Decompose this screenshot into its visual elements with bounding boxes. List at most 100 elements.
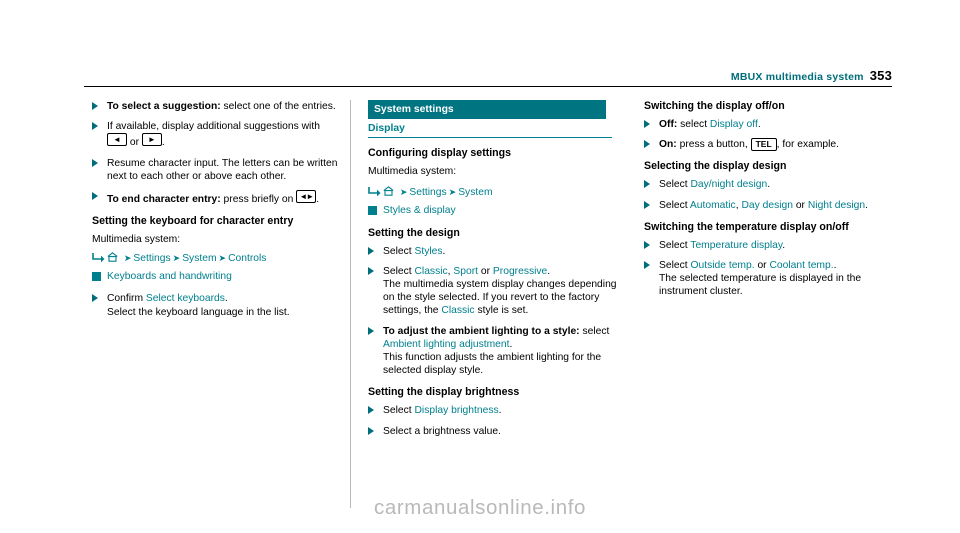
bullet-note: This function adjusts the ambient lighti… <box>383 352 602 377</box>
bullet-item: To adjust the ambient lighting to a styl… <box>368 325 618 378</box>
col1-menu-path-1: ➤ Settings ➤ System ➤ Controls <box>92 251 342 266</box>
bullet-arrow-icon <box>368 266 376 277</box>
col2-path2-label: Styles & display <box>383 204 456 216</box>
bullet-item: Select Classic, Sport or Progressive. The… <box>368 265 618 318</box>
menu-option-text: Automatic <box>689 199 736 211</box>
arrow-enter-icon <box>92 252 105 268</box>
col3-temp-list: Select Temperature display. Select Outsid… <box>644 239 894 299</box>
col1-confirm-note: Select the keyboard language in the list… <box>107 306 290 318</box>
emphasis-text: To adjust the ambient lighting to a styl… <box>383 325 580 337</box>
bullet-arrow-icon <box>368 426 376 437</box>
bullet-item: Select Styles. <box>368 245 618 258</box>
col2-design-heading: Setting the design <box>368 226 460 239</box>
col1-section-heading: Setting the keyboard for character entry <box>92 215 294 228</box>
bullet-note: The multimedia system display changes de… <box>383 279 617 317</box>
bullet-text: Select Outside temp. or Coolant temp.. <box>659 260 837 272</box>
page-number: 353 <box>869 68 892 83</box>
menu-option-text: Outside temp. <box>690 260 755 272</box>
menu-option-text: Coolant temp. <box>769 260 834 272</box>
column-3: Switching the display off/on Off: select… <box>644 100 894 306</box>
col3-onoff-heading: Switching the display off/on <box>644 100 785 112</box>
emphasis-text: Off: <box>659 119 678 130</box>
bullet-arrow-icon <box>92 158 100 169</box>
bullet-item: Resume character input. The letters can … <box>92 157 342 183</box>
column-divider-1 <box>350 100 351 508</box>
col2-menu-path-1: ➤ Settings ➤ System <box>368 185 618 200</box>
bullet-text: If available, display additional suggest… <box>107 121 320 149</box>
menu-option-text: Ambient lighting adjustment <box>383 338 510 350</box>
bullet-arrow-icon <box>644 200 652 211</box>
menu-path-step: Settings <box>409 186 447 198</box>
emphasis-text: On: <box>659 139 677 151</box>
manual-page: MBUX multimedia system 353 To select a su… <box>0 0 960 533</box>
menu-option-text: Display off <box>709 119 758 130</box>
bullet-arrow-icon <box>644 180 652 190</box>
bullet-item: Off: select Display off. <box>644 118 894 131</box>
col2-path1-steps: ➤ Settings ➤ System <box>398 187 493 198</box>
chevron-right-icon: ➤ <box>448 186 457 197</box>
key-tel-icon: TEL <box>750 138 777 152</box>
col2-brightness-list: Select Display brightness. Select a brigh… <box>368 404 618 437</box>
menu-option-text: Temperature display <box>690 239 783 251</box>
key-right-icon: ► <box>141 133 162 147</box>
menu-option-text: Day/night design <box>690 179 768 191</box>
bullet-arrow-icon <box>92 294 100 304</box>
menu-path-step: System <box>458 186 493 198</box>
bullet-text: Select Styles. <box>383 245 446 257</box>
bullet-item: Select Display brightness. <box>368 404 618 417</box>
col3-design-list: Select Day/night design. Select Automatic… <box>644 178 894 211</box>
menu-option-text: Progressive <box>492 265 548 277</box>
emphasis-text: To end character entry: <box>107 194 221 206</box>
bullet-text: Select Display brightness. <box>383 405 502 417</box>
menu-option-text: Classic <box>441 305 475 317</box>
bullet-text: To adjust the ambient lighting to a styl… <box>383 325 610 350</box>
col1-bullet-list: To select a suggestion: select one of th… <box>92 100 342 206</box>
header-title: MBUX multimedia system <box>730 71 864 83</box>
bullet-arrow-icon <box>92 122 100 132</box>
bullet-text: To end character entry: press briefly on… <box>107 190 320 206</box>
bullet-item: Select Temperature display. <box>644 239 894 252</box>
bullet-text: Select a brightness value. <box>383 425 501 437</box>
bullet-text: Off: select Display off. <box>659 119 761 130</box>
bullet-text: Select Day/night design. <box>659 179 771 191</box>
col1-confirm-prefix: Confirm <box>107 293 146 305</box>
header-divider <box>84 86 892 87</box>
system-settings-banner: System settings <box>368 100 606 120</box>
chevron-right-icon: ➤ <box>399 186 408 197</box>
bullet-arrow-icon <box>368 246 376 257</box>
bullet-text: Resume character input. The letters can … <box>107 157 338 182</box>
col2-config-heading: Configuring display settings <box>368 147 512 160</box>
menu-path-step: System <box>182 253 217 265</box>
col1-menu-path-2: Keyboards and handwriting <box>92 270 342 284</box>
emphasis-text: To select a suggestion: <box>107 101 221 112</box>
menu-option-text: Sport <box>453 265 479 277</box>
bullet-item: To select a suggestion: select one of th… <box>92 100 342 113</box>
bullet-text: Select Temperature display. <box>659 239 786 251</box>
bullet-item: On: press a button, TEL, for example. <box>644 138 894 152</box>
menu-path-step: Controls <box>228 253 267 265</box>
bullet-text: Select Classic, Sport or Progressive. <box>383 265 551 277</box>
col3-onoff-list: Off: select Display off. On: press a butt… <box>644 118 894 152</box>
bullet-item: Select Automatic, Day design or Night de… <box>644 199 894 212</box>
page-header: MBUX multimedia system 353 <box>84 68 892 83</box>
chevron-right-icon: ➤ <box>172 253 181 264</box>
bullet-item: Select Day/night design. <box>644 178 894 191</box>
col1-confirm-suffix: . <box>224 293 228 305</box>
menu-path-step: Settings <box>133 253 171 265</box>
watermark: carmanualsonline.info <box>373 496 587 519</box>
col1-path1-steps: ➤ Settings ➤ System ➤ Controls <box>122 253 267 264</box>
key-back-forward-icon: ◄► <box>296 190 317 204</box>
bullet-arrow-icon <box>644 120 652 130</box>
square-icon <box>92 271 104 285</box>
bullet-item: To end character entry: press briefly on… <box>92 190 342 206</box>
col2-brightness-heading: Setting the display brightness <box>368 386 520 399</box>
col2-multimedia-label: Multimedia system: <box>368 166 457 178</box>
bullet-arrow-icon <box>92 102 100 112</box>
menu-option-text: Night design <box>807 199 866 211</box>
arrow-enter-icon <box>368 186 381 202</box>
bullet-arrow-icon <box>644 240 652 251</box>
col3-design-heading: Selecting the display design <box>644 160 787 173</box>
col1-path2-label: Keyboards and handwriting <box>107 271 232 283</box>
home-icon <box>383 185 394 196</box>
bullet-item: Select Outside temp. or Coolant temp.. Th… <box>644 259 894 299</box>
